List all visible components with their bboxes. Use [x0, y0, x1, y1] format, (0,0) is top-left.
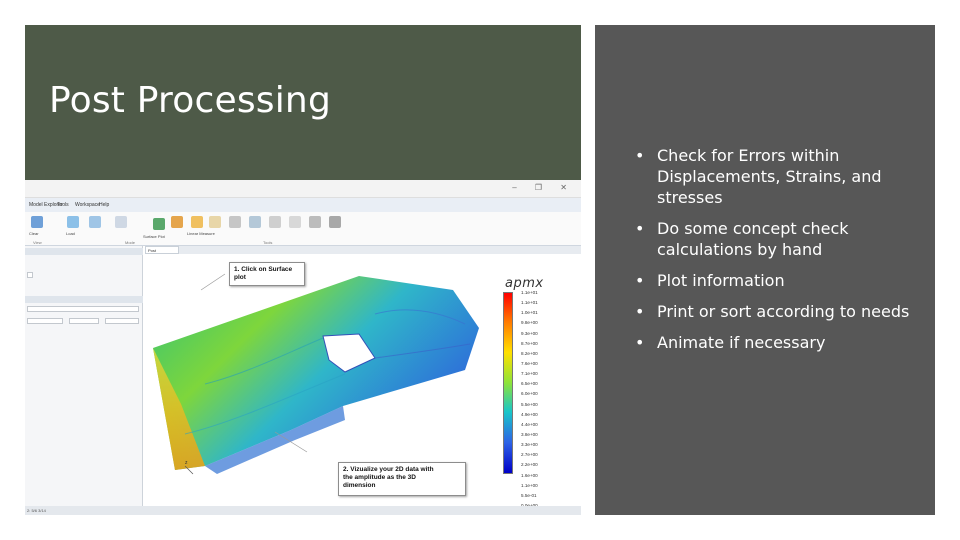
bullet-text: Do some concept check calculations by ha… [657, 219, 849, 259]
surface-plot-icon [153, 218, 165, 230]
bullet-text: Animate if necessary [657, 333, 826, 352]
ribbon-label: Clear [29, 231, 39, 236]
colorbar-labels: 1.1e+01 1.1e+01 1.0e+01 9.8e+00 9.3e+00 … [521, 288, 581, 511]
bullet-item: • Print or sort according to needs [613, 301, 913, 322]
callout-line: 1. Click on Surface [234, 266, 293, 273]
surface-results-icon[interactable] [171, 216, 183, 228]
tab-post-processing[interactable]: Post Processing [145, 246, 179, 258]
ribbon-label: Surface Plot [143, 234, 165, 239]
side-checkbox[interactable] [27, 272, 33, 278]
colorbar-label: 2.2e+00 [521, 462, 538, 468]
colorbar-label: 2.7e+00 [521, 452, 538, 458]
callout-line: dimension [343, 482, 376, 489]
colorbar-label: 9.8e+00 [521, 320, 538, 326]
line-plot-icon[interactable] [249, 216, 261, 228]
colorbar-label: 1.0e+01 [521, 310, 538, 316]
bullet-item: • Plot information [613, 270, 913, 291]
window-controls[interactable]: – ❐ ✕ [512, 183, 575, 192]
colorbar-label: 5.5e-01 [521, 492, 537, 498]
side-panel [25, 246, 143, 506]
side-input[interactable] [69, 318, 99, 324]
bullet-dot: • [635, 333, 645, 352]
bullet-item: • Check for Errors within Displacements, … [613, 145, 913, 208]
colorbar-label: 9.3e+00 [521, 330, 538, 336]
ribbon-group-label: View [33, 240, 42, 245]
status-bar: 2: 5/6 3/14 [25, 506, 581, 515]
menu-item[interactable]: Workspace [75, 202, 100, 208]
vector-icon[interactable] [209, 216, 221, 228]
load-icon[interactable] [67, 216, 79, 228]
document-tabs: Post Processing [145, 246, 581, 258]
data-icon[interactable] [309, 216, 321, 228]
ribbon-label: Linear Measure [187, 231, 215, 236]
menu-bar: Model Explorer Tools Workspace Help [25, 198, 581, 212]
export-icon[interactable] [329, 216, 341, 228]
ribbon-toolbar: Clear Load Surface Plot Linear Measure V… [25, 212, 581, 274]
colorbar-label: 7.6e+00 [521, 360, 538, 366]
side-panel-header [25, 296, 143, 303]
colorbar-label: 3.3e+00 [521, 442, 538, 448]
surface-mesh [153, 276, 479, 470]
side-input[interactable] [27, 306, 139, 312]
window-titlebar: – ❐ ✕ [25, 180, 581, 198]
colorbar-label: 6.0e+00 [521, 391, 538, 397]
colorbar-label: 8.2e+00 [521, 350, 538, 356]
menu-item[interactable]: Help [99, 202, 109, 208]
colorbar-label: 7.1e+00 [521, 371, 538, 377]
callout-line: the amplitude as the 3D [343, 474, 416, 481]
bullet-dot: • [635, 271, 645, 290]
side-input[interactable] [27, 318, 63, 324]
ribbon-group-label: Mode [125, 240, 136, 245]
bullet-text: Plot information [657, 271, 785, 290]
grid-icon[interactable] [89, 216, 101, 228]
clear-icon[interactable] [31, 216, 43, 228]
colorbar [503, 292, 513, 474]
colorbar-label: 6.5e+00 [521, 381, 538, 387]
bullet-dot: • [635, 302, 645, 321]
colorbar-label: 5.5e+00 [521, 401, 538, 407]
bullet-list: • Check for Errors within Displacements, … [613, 145, 913, 363]
bullet-text: Print or sort according to needs [657, 302, 910, 321]
callout-surface-plot: 1. Click on Surface plot [229, 262, 305, 286]
menu-item[interactable]: Tools [57, 202, 69, 208]
bullet-dot: • [635, 219, 645, 238]
callout-visualize-2d: 2. Vizualize your 2D data with the ampli… [338, 462, 466, 496]
colorbar-label: 1.1e+00 [521, 482, 538, 488]
colorbar-label: 1.6e+00 [521, 472, 538, 478]
profile-icon[interactable] [289, 216, 301, 228]
software-screenshot: – ❐ ✕ Model Explorer Tools Workspace Hel… [25, 180, 581, 515]
callout-line: 2. Vizualize your 2D data with [343, 466, 434, 473]
bullet-item: • Do some concept check calculations by h… [613, 218, 913, 260]
list-icon[interactable] [115, 216, 127, 228]
colorbar-label: 4.9e+00 [521, 411, 538, 417]
colorbar-label: 4.4e+00 [521, 421, 538, 427]
colorbar-label: 1.1e+01 [521, 290, 538, 295]
ribbon-label: Load [66, 231, 75, 236]
title-box: Post Processing [25, 25, 581, 180]
ribbon-group-label: Tools [263, 240, 273, 245]
contour-icon[interactable] [229, 216, 241, 228]
bullet-item: • Animate if necessary [613, 332, 913, 353]
callout-line: plot [234, 274, 246, 281]
side-panel-header [25, 248, 143, 255]
colorbar-label: 3.8e+00 [521, 431, 538, 437]
colorbar-label: 1.1e+01 [521, 300, 538, 306]
slide-title: Post Processing [49, 80, 331, 121]
surface-plot-view[interactable]: z 1. Click on Surface plot 2. Vizualize … [145, 254, 581, 506]
bullet-text: Check for Errors within Displacements, S… [657, 146, 882, 207]
bullet-dot: • [635, 146, 645, 165]
slope-icon[interactable] [269, 216, 281, 228]
side-input[interactable] [105, 318, 139, 324]
bullet-panel: • Check for Errors within Displacements, … [595, 25, 935, 515]
colorbar-label: 8.7e+00 [521, 340, 538, 346]
measure-icon[interactable] [191, 216, 203, 228]
